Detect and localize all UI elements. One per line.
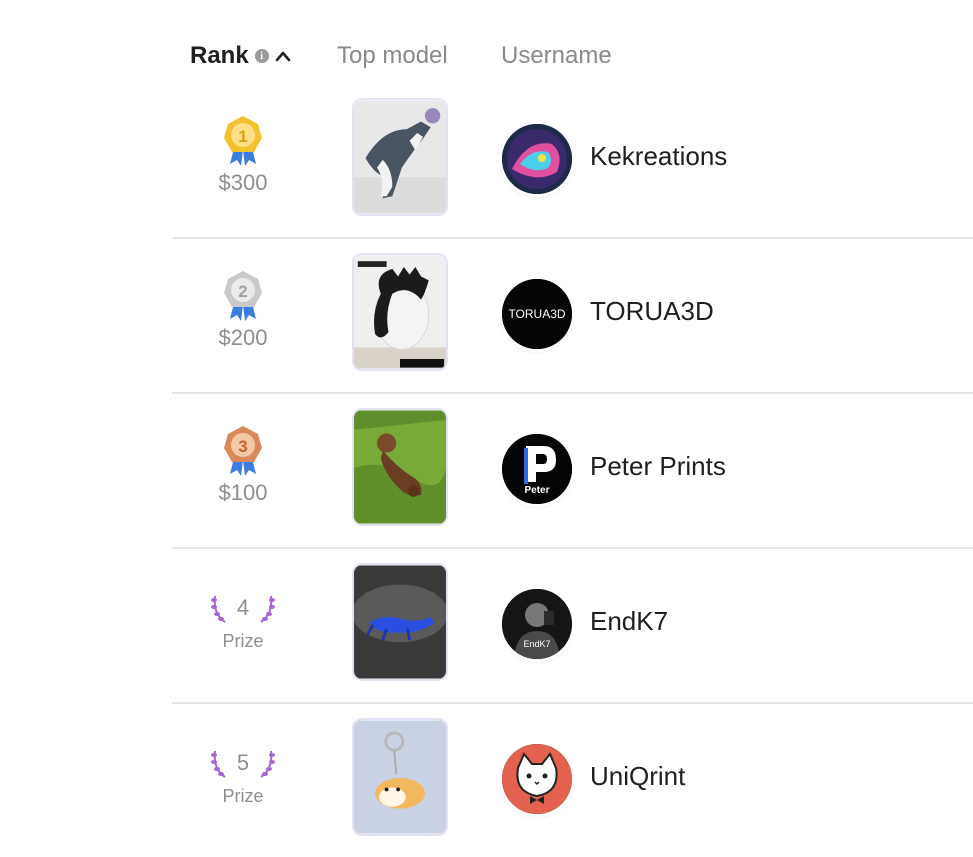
rank-cell: 3 $100 bbox=[172, 424, 314, 506]
top-model-column-header[interactable]: Top model bbox=[337, 42, 501, 70]
svg-text:Peter: Peter bbox=[524, 485, 549, 496]
username[interactable]: EndK7 bbox=[590, 606, 668, 637]
blue-dragon-model-image bbox=[354, 565, 446, 679]
chevron-up-icon[interactable] bbox=[275, 50, 291, 62]
table-header: Rank i Top model Username bbox=[190, 38, 612, 74]
rank-cell: 1 $300 bbox=[172, 114, 314, 196]
prize-amount: $300 bbox=[218, 170, 268, 195]
username[interactable]: Kekreations bbox=[590, 141, 727, 172]
rank-cell: 2 $200 bbox=[172, 269, 314, 351]
svg-text:TORUA3D: TORUA3D bbox=[508, 307, 565, 321]
svg-text:EndK7: EndK7 bbox=[523, 639, 550, 649]
top-model-thumbnail[interactable] bbox=[352, 718, 448, 836]
leaderboard-list: 1 $300 Kekreations 2 $200 TORUA3D TORUA3… bbox=[172, 84, 973, 857]
prize-label: Prize bbox=[222, 631, 264, 651]
dragon-egg-model-image bbox=[354, 255, 446, 369]
info-icon[interactable]: i bbox=[254, 49, 269, 63]
laurel-rank: 5 bbox=[209, 746, 277, 780]
laurel-right-icon bbox=[260, 750, 276, 778]
kekreations-avatar-image bbox=[502, 124, 572, 194]
avatar[interactable]: Peter bbox=[502, 434, 572, 504]
rank-column-header[interactable]: Rank i bbox=[190, 42, 337, 70]
table-row[interactable]: 4 Prize EndK7 EndK7 bbox=[172, 549, 973, 704]
silver-medal-icon: 2 bbox=[224, 271, 262, 321]
avatar[interactable] bbox=[502, 124, 572, 194]
top-model-thumbnail[interactable] bbox=[352, 563, 448, 681]
laurel-rank: 4 bbox=[209, 591, 277, 625]
avatar[interactable]: EndK7 bbox=[502, 589, 572, 659]
avatar[interactable]: TORUA3D bbox=[502, 279, 572, 349]
username[interactable]: UniQrint bbox=[590, 761, 685, 792]
username[interactable]: Peter Prints bbox=[590, 451, 726, 482]
username-column-header[interactable]: Username bbox=[501, 42, 612, 70]
table-row[interactable]: 5 Prize UniQrint bbox=[172, 704, 973, 857]
top-model-thumbnail[interactable] bbox=[352, 408, 448, 526]
laurel-left-icon bbox=[210, 750, 226, 778]
top-model-thumbnail[interactable] bbox=[352, 253, 448, 371]
medal-number: 2 bbox=[238, 282, 247, 301]
rank-cell: 4 Prize bbox=[172, 579, 314, 652]
table-row[interactable]: 3 $100 Peter Peter Prints bbox=[172, 394, 973, 549]
prize-amount: $200 bbox=[218, 325, 268, 350]
torua3d-logo: TORUA3D bbox=[502, 279, 572, 349]
medal-number: 1 bbox=[238, 127, 247, 146]
top-model-thumbnail[interactable] bbox=[352, 98, 448, 216]
wolf-model-image bbox=[354, 100, 446, 214]
rank-cell: 5 Prize bbox=[172, 734, 314, 807]
gold-medal-icon: 1 bbox=[224, 116, 262, 166]
prize-label: Prize bbox=[222, 786, 264, 806]
rank-header-label: Rank bbox=[190, 42, 249, 69]
endk7-avatar-image: EndK7 bbox=[502, 589, 572, 659]
laurel-right-icon bbox=[260, 595, 276, 623]
username[interactable]: TORUA3D bbox=[590, 296, 714, 327]
peter-prints-logo: Peter bbox=[502, 434, 572, 504]
medal-number: 3 bbox=[238, 437, 247, 456]
bear-model-image bbox=[354, 410, 446, 524]
laurel-left-icon bbox=[210, 595, 226, 623]
rank-number: 5 bbox=[236, 750, 250, 775]
keychain-animal-model-image bbox=[354, 720, 446, 834]
uniqrint-cat-logo bbox=[502, 744, 572, 814]
prize-amount: $100 bbox=[218, 480, 268, 505]
rank-number: 4 bbox=[236, 595, 250, 620]
table-row[interactable]: 2 $200 TORUA3D TORUA3D bbox=[172, 239, 973, 394]
bronze-medal-icon: 3 bbox=[224, 426, 262, 476]
table-row[interactable]: 1 $300 Kekreations bbox=[172, 84, 973, 239]
avatar[interactable] bbox=[502, 744, 572, 814]
